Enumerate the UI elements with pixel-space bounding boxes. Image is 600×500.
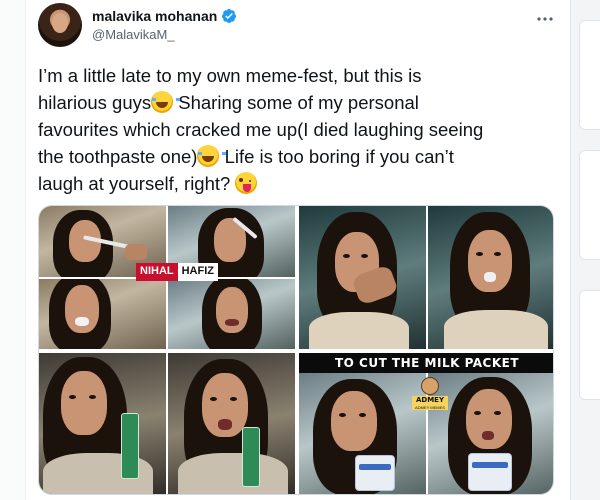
meme-panel [299, 206, 426, 349]
watermark-badge: NIHAL HAFIZ [136, 263, 218, 281]
meme-panel [39, 279, 166, 349]
eye-shape [494, 411, 501, 415]
saree-shape [178, 453, 288, 494]
saree-shape [309, 312, 409, 349]
media-image-brushing[interactable] [299, 206, 553, 349]
milk-packet-shape [468, 453, 512, 491]
eye-shape [359, 413, 366, 417]
mouth-shape [482, 431, 494, 440]
logo-figure-icon [421, 377, 439, 395]
face-shape [331, 391, 377, 451]
tweet-text-line: Life is too boring if you can’t [219, 146, 454, 167]
meme-panel [428, 206, 553, 349]
tears-of-joy-icon [151, 91, 181, 113]
mouth-shape [75, 317, 89, 326]
tweet-text-line: the toothpaste one) [38, 146, 198, 167]
tears-of-joy-icon [197, 145, 227, 167]
avatar-face [52, 13, 68, 33]
eye-shape [89, 395, 96, 399]
eye-shape [476, 252, 483, 256]
meme-caption: TO CUT THE MILK PACKET [299, 353, 553, 373]
eye-shape [361, 254, 368, 258]
eye-shape [494, 252, 501, 256]
sidebar-card[interactable] [579, 20, 600, 130]
sidebar-card[interactable] [579, 290, 600, 400]
eye-shape [69, 395, 76, 399]
face-shape [468, 230, 512, 292]
verified-badge-icon [221, 8, 237, 24]
tweet-text-line: favourites which cracked me up(I died la… [38, 119, 484, 140]
right-sidebar [570, 0, 600, 500]
meme-panel [168, 353, 295, 494]
mouth-shape [218, 419, 232, 430]
author-avatar[interactable] [38, 3, 82, 47]
meme-panel [299, 373, 426, 494]
tweet-text-line: Sharing some of my personal [173, 92, 419, 113]
toothpaste-tube-shape [121, 413, 139, 479]
author-name-row: malavika mohanan [92, 8, 237, 24]
eye-shape [474, 411, 481, 415]
watermark-text-a: NIHAL [136, 263, 178, 281]
face-shape [216, 287, 248, 333]
sidebar-card[interactable] [579, 150, 600, 260]
tweet-text-line: I’m a little late to my own meme-fest, b… [38, 65, 422, 86]
logo-sub: ADMEY MEMES [412, 405, 448, 410]
toothpaste-tube-shape [242, 427, 260, 487]
mouth-shape [225, 319, 239, 326]
eye-shape [339, 413, 346, 417]
face-shape [466, 389, 512, 449]
meme-panel [168, 279, 295, 349]
media-image-toothbrush[interactable]: NIHAL HAFIZ [39, 206, 295, 349]
twitter-page: malavika mohanan @MalavikaM_ I’m a littl… [0, 0, 600, 500]
author-handle[interactable]: @MalavikaM_ [92, 27, 175, 42]
tweet-media-grid: NIHAL HAFIZ TO CUT THE MILK PACKET ADMEY… [38, 205, 554, 495]
eye-shape [343, 254, 350, 258]
mouth-shape [484, 272, 496, 282]
more-horizontal-icon[interactable] [536, 9, 554, 27]
hand-shape [125, 244, 147, 260]
tweet-text-line: hilarious guys [38, 92, 152, 113]
face-shape [61, 371, 107, 435]
media-image-milk-packet[interactable]: TO CUT THE MILK PACKET ADMEY ADMEY MEMES [299, 353, 553, 494]
saree-shape [444, 310, 548, 349]
tweet-card[interactable]: malavika mohanan @MalavikaM_ I’m a littl… [26, 0, 570, 500]
tweet-text: I’m a little late to my own meme-fest, b… [38, 62, 558, 197]
admey-logo: ADMEY ADMEY MEMES [412, 377, 448, 411]
watermark-text-b: HAFIZ [177, 263, 218, 281]
author-display-name[interactable]: malavika mohanan [92, 8, 217, 24]
left-gutter [0, 0, 26, 500]
zany-face-icon [235, 172, 258, 194]
eye-shape [230, 397, 237, 401]
media-image-toothpaste[interactable] [39, 353, 295, 494]
logo-label: ADMEY [412, 396, 448, 405]
meme-panel [39, 353, 166, 494]
milk-packet-shape [355, 455, 395, 491]
tweet-text-line: laugh at yourself, right? [38, 173, 236, 194]
eye-shape [210, 397, 217, 401]
